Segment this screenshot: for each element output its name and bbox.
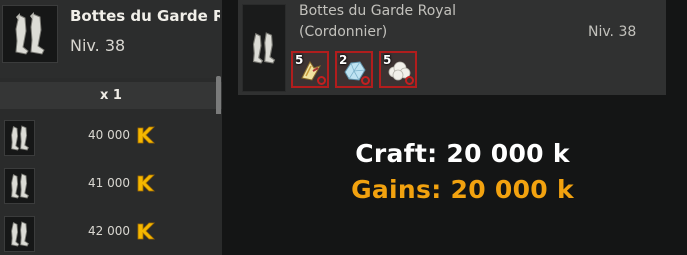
boots-icon [10, 221, 29, 247]
price-value: 42 000 [88, 224, 130, 238]
kama-icon [137, 126, 155, 144]
boots-icon [10, 125, 29, 151]
price-row[interactable]: 42 000 [0, 210, 222, 254]
recipe-job: (Cordonnier) [299, 24, 388, 40]
ingredient-slot[interactable]: 5 [291, 51, 329, 88]
missing-ingredient-icon [361, 76, 370, 85]
ingredient-slot[interactable]: 2 [335, 51, 373, 88]
recipe-item-name: Bottes du Garde Royal [299, 3, 457, 19]
kama-icon [137, 222, 155, 240]
price-panel: Bottes du Garde Royal Niv. 38 x 1 40 000 [0, 0, 222, 255]
price-row[interactable]: 40 000 [0, 114, 222, 158]
item-slot [4, 216, 35, 252]
item-level: Niv. 38 [70, 36, 126, 55]
item-slot [4, 120, 35, 156]
item-slot [4, 168, 35, 204]
price-value: 40 000 [88, 128, 130, 142]
price-row[interactable]: 41 000 [0, 162, 222, 206]
boots-icon [10, 173, 29, 199]
boots-icon [15, 12, 45, 55]
item-name: Bottes du Garde Royal [70, 7, 220, 25]
recipe-level: Niv. 38 [588, 24, 637, 40]
ingredient-slot[interactable]: 5 [379, 51, 417, 88]
quantity-header[interactable]: x 1 [0, 82, 222, 109]
kama-icon [137, 174, 155, 192]
ingredient-quantity: 5 [383, 53, 392, 67]
scrollbar-thumb[interactable] [216, 76, 221, 116]
boots-icon [252, 32, 276, 64]
recipe-item-slot[interactable] [242, 4, 286, 92]
missing-ingredient-icon [317, 76, 326, 85]
ingredient-quantity: 5 [295, 53, 304, 67]
recipe-panel: Bottes du Garde Royal (Cordonnier) Niv. … [238, 0, 666, 95]
gains-value: Gains: 20 000 k [351, 175, 574, 204]
item-header: Bottes du Garde Royal Niv. 38 [0, 0, 222, 78]
price-value: 41 000 [88, 176, 130, 190]
craft-cost: Craft: 20 000 k [355, 139, 570, 168]
item-slot[interactable] [2, 5, 58, 63]
ingredient-quantity: 2 [339, 53, 348, 67]
missing-ingredient-icon [405, 76, 414, 85]
